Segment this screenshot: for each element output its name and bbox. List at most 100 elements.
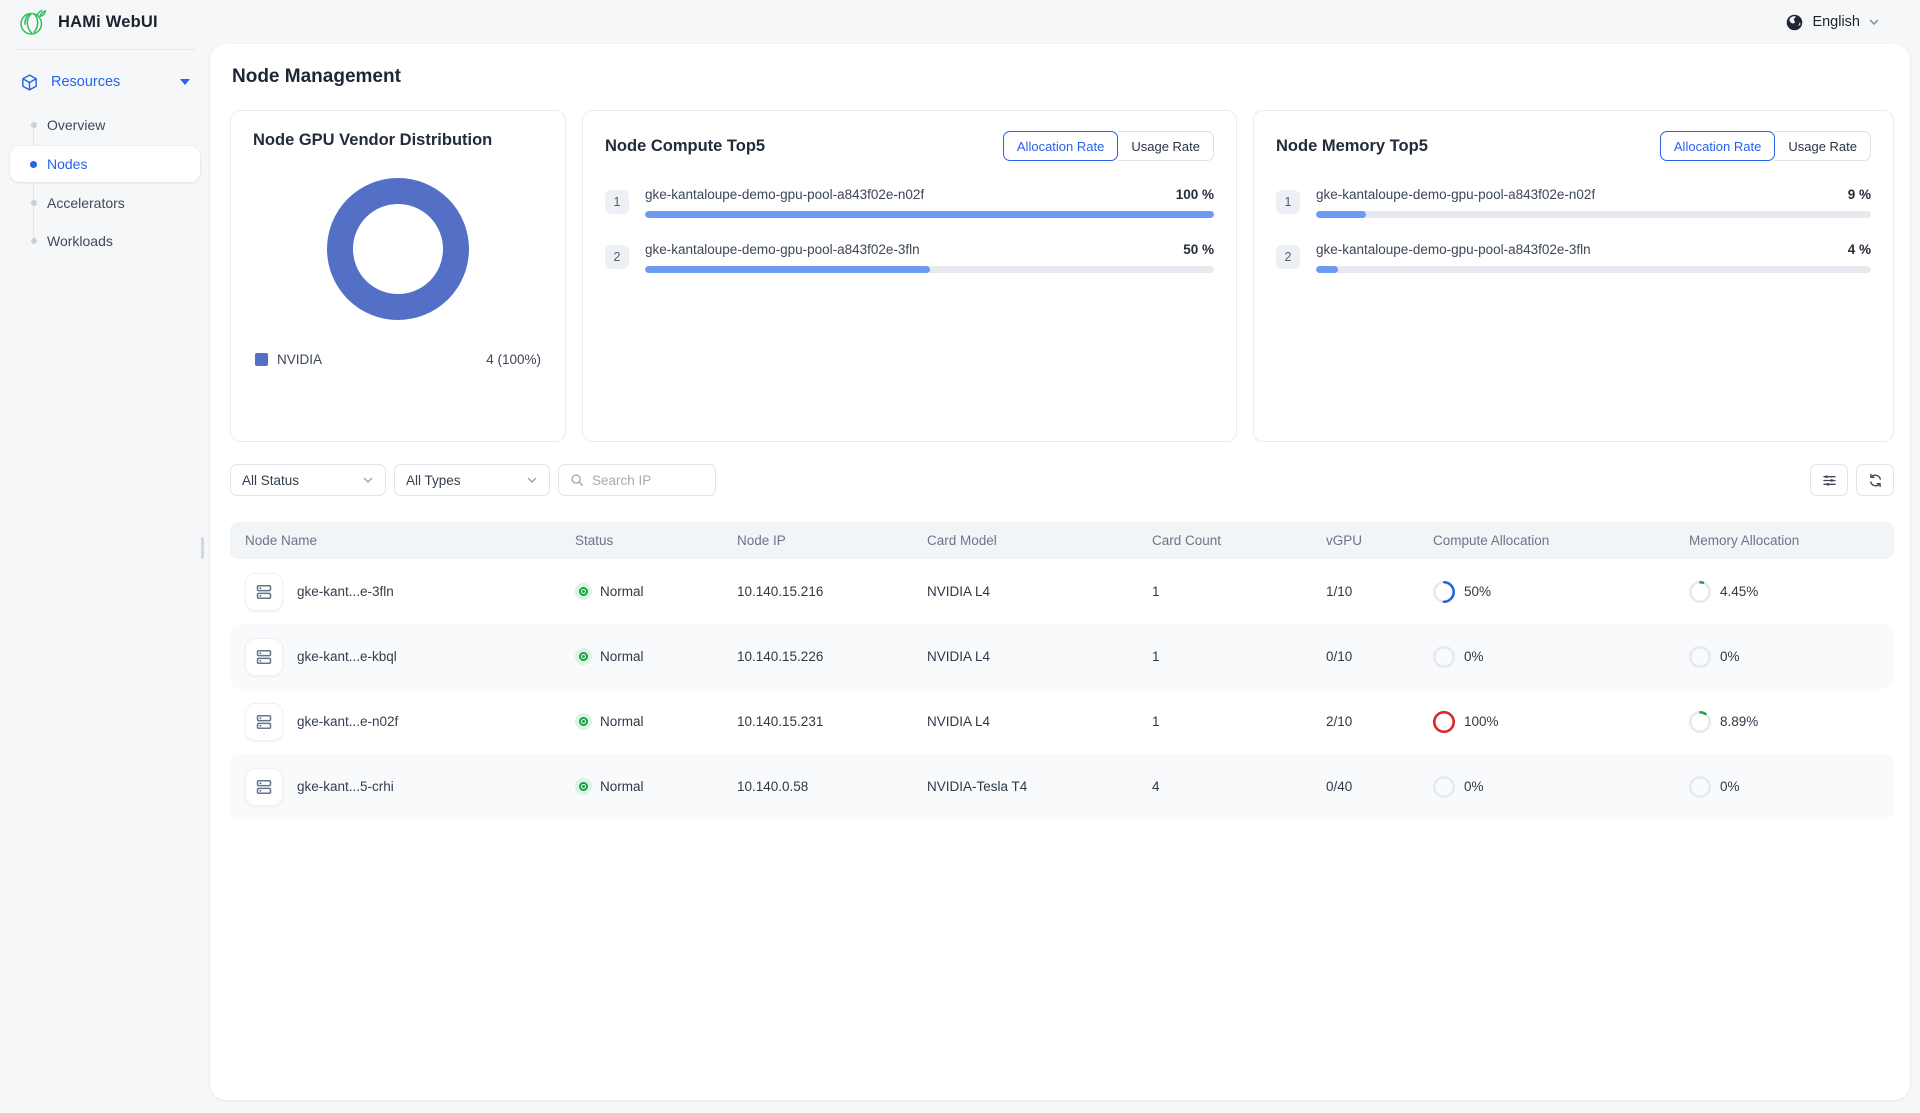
table-row[interactable]: gke-kant...e-kbql Normal 10.140.15.226 N… [230,624,1894,689]
col-node-name: Node Name [230,533,560,548]
sidebar-divider [14,49,196,50]
rank-badge: 1 [1276,190,1300,214]
table-body: gke-kant...e-3fln Normal 10.140.15.216 N… [230,559,1894,819]
status-text: Normal [600,649,644,664]
progress-bar [1316,266,1871,273]
type-filter-value: All Types [406,473,461,488]
compute-allocation-value: 0% [1464,779,1484,794]
nav-dot-icon [31,238,37,244]
nav-dot-icon [31,122,37,128]
memory-ring-icon [1689,581,1711,603]
vendor-card-title: Node GPU Vendor Distribution [253,131,543,150]
card-count: 1 [1137,714,1311,729]
rank-badge: 1 [605,190,629,214]
card-model: NVIDIA-Tesla T4 [912,779,1137,794]
memory-allocation-value: 0% [1720,649,1740,664]
sidebar-section-resources[interactable]: Resources [10,62,200,102]
vgpu: 2/10 [1311,714,1418,729]
progress-bar [645,266,1214,273]
rank-badge: 2 [1276,245,1300,269]
refresh-icon [1867,472,1884,489]
col-card-count: Card Count [1137,533,1311,548]
status-normal-icon [575,778,592,795]
top5-value: 9 % [1848,187,1871,202]
card-count: 1 [1137,584,1311,599]
top5-node-name: gke-kantaloupe-demo-gpu-pool-a843f02e-n0… [1316,187,1595,202]
vgpu: 1/10 [1311,584,1418,599]
node-icon [245,768,283,806]
sidebar-item-nodes[interactable]: Nodes [10,146,200,182]
col-memory-allocation: Memory Allocation [1674,533,1894,548]
sidebar-item-overview[interactable]: Overview [10,108,200,142]
card-model: NVIDIA L4 [912,584,1137,599]
card-count: 4 [1137,779,1311,794]
table-row[interactable]: gke-kant...e-n02f Normal 10.140.15.231 N… [230,689,1894,754]
memory-allocation-cell: 0% [1674,646,1894,668]
sidebar-item-accelerators[interactable]: Accelerators [10,186,200,220]
status-text: Normal [600,779,644,794]
compute-allocation-value: 100% [1464,714,1499,729]
globe-icon [1785,13,1804,32]
column-settings-button[interactable] [1810,464,1848,496]
status-filter-value: All Status [242,473,299,488]
sidebar-item-workloads[interactable]: Workloads [10,224,200,258]
donut-chart-icon [323,174,473,324]
col-status: Status [560,533,722,548]
compute-rate-toggle: Allocation Rate Usage Rate [1003,131,1214,161]
memory-ring-icon [1689,646,1711,668]
status-normal-icon [575,713,592,730]
compute-card-title: Node Compute Top5 [605,137,765,156]
status-normal-icon [575,648,592,665]
brand: HAMi WebUI [18,7,158,37]
language-selector[interactable]: English [1785,13,1880,32]
table-header: Node Name Status Node IP Card Model Card… [230,522,1894,559]
card-count: 1 [1137,649,1311,664]
memory-top5-list: 1 gke-kantaloupe-demo-gpu-pool-a843f02e-… [1276,187,1871,273]
compute-ring-icon [1433,711,1455,733]
top5-value: 50 % [1183,242,1214,257]
rank-badge: 2 [605,245,629,269]
memory-rate-toggle: Allocation Rate Usage Rate [1660,131,1871,161]
status-text: Normal [600,714,644,729]
node-icon [245,573,283,611]
refresh-button[interactable] [1856,464,1894,496]
status-filter-select[interactable]: All Status [230,464,386,496]
nav-dot-icon [30,161,37,168]
node-ip: 10.140.0.58 [722,779,912,794]
nodes-table: Node Name Status Node IP Card Model Card… [230,522,1894,819]
col-node-ip: Node IP [722,533,912,548]
compute-ring-icon [1433,581,1455,603]
progress-bar-fill [645,211,1214,218]
usage-rate-tab[interactable]: Usage Rate [1775,131,1871,161]
allocation-rate-tab[interactable]: Allocation Rate [1003,131,1118,161]
type-filter-select[interactable]: All Types [394,464,550,496]
legend-label: NVIDIA [277,352,322,367]
legend-value: 4 (100%) [486,352,541,367]
memory-allocation-value: 8.89% [1720,714,1758,729]
top5-item: 1 gke-kantaloupe-demo-gpu-pool-a843f02e-… [605,187,1214,218]
vgpu: 0/40 [1311,779,1418,794]
table-row[interactable]: gke-kant...5-crhi Normal 10.140.0.58 NVI… [230,754,1894,819]
col-card-model: Card Model [912,533,1137,548]
node-icon [245,703,283,741]
memory-allocation-value: 0% [1720,779,1740,794]
scrollbar-handle[interactable] [201,537,204,559]
compute-allocation-value: 50% [1464,584,1491,599]
compute-allocation-cell: 50% [1418,581,1674,603]
node-name: gke-kant...e-kbql [297,649,397,664]
search-placeholder: Search IP [592,473,651,488]
search-ip-input[interactable]: Search IP [558,464,716,496]
filter-row: All Status All Types Search IP [230,464,1894,496]
sidebar-item-label: Nodes [47,156,87,172]
node-icon [245,638,283,676]
table-row[interactable]: gke-kant...e-3fln Normal 10.140.15.216 N… [230,559,1894,624]
memory-allocation-cell: 8.89% [1674,711,1894,733]
allocation-rate-tab[interactable]: Allocation Rate [1660,131,1775,161]
progress-bar-fill [1316,266,1338,273]
legend-swatch-icon [255,353,268,366]
memory-allocation-cell: 0% [1674,776,1894,798]
stat-cards-row: Node GPU Vendor Distribution NVIDIA 4 (1… [230,110,1894,442]
usage-rate-tab[interactable]: Usage Rate [1118,131,1214,161]
column-settings-icon [1821,472,1838,489]
sidebar-item-label: Overview [47,117,105,133]
